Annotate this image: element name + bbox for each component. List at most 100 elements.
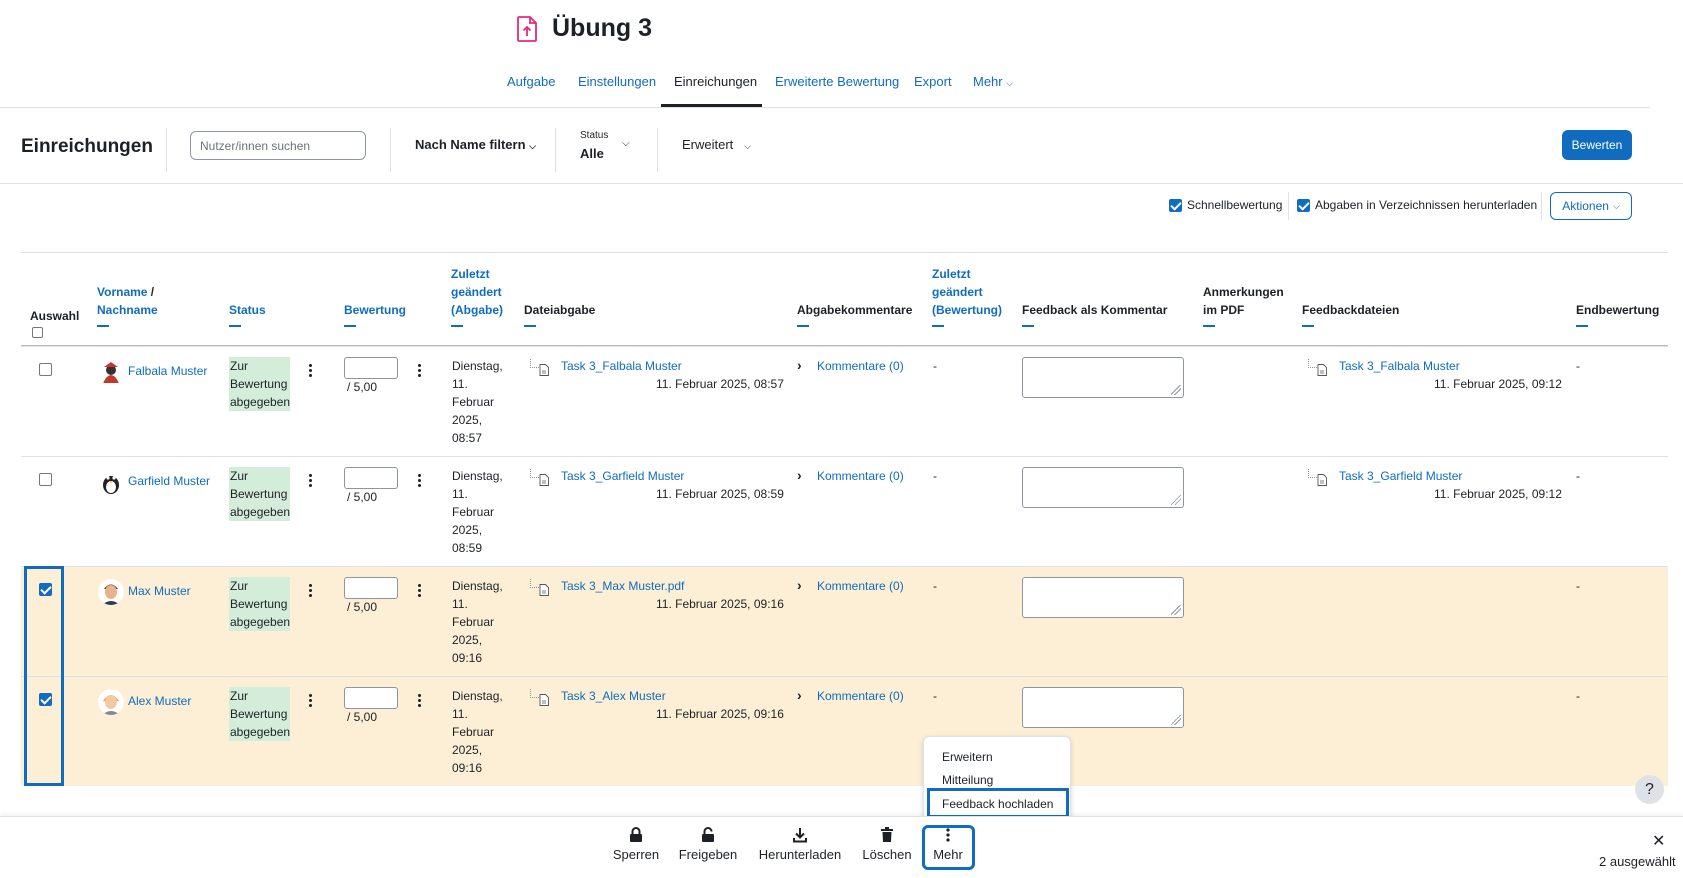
modified-line: Dienstag, bbox=[452, 469, 503, 483]
quick-grading-checkbox[interactable] bbox=[1169, 198, 1182, 212]
comments-link[interactable]: Kommentare (0) bbox=[817, 687, 904, 705]
row-actions-menu-icon[interactable] bbox=[309, 694, 313, 708]
tree-connector bbox=[530, 689, 539, 698]
grade-input[interactable] bbox=[344, 467, 398, 489]
grade-menu-icon[interactable] bbox=[418, 364, 422, 378]
help-button[interactable]: ? bbox=[1635, 775, 1664, 804]
user-avatar bbox=[98, 359, 124, 385]
feedback-file-link[interactable]: Task 3_Falbala Muster bbox=[1339, 357, 1460, 375]
divider bbox=[657, 128, 658, 172]
download-folders-checkbox[interactable] bbox=[1297, 198, 1310, 212]
section-heading: Einreichungen bbox=[21, 136, 153, 157]
modified-line: 2025, bbox=[452, 743, 483, 757]
lock-button[interactable]: Sperren bbox=[612, 827, 660, 862]
grade-menu-icon[interactable] bbox=[418, 474, 422, 488]
modified-line: 09:16 bbox=[452, 651, 483, 665]
sort-lastname[interactable]: Nachname bbox=[97, 303, 158, 317]
collapse-column-icon[interactable] bbox=[344, 325, 356, 327]
row-actions-menu-icon[interactable] bbox=[309, 364, 313, 378]
selected-count: 2 ausgewählt bbox=[1599, 854, 1676, 869]
feedback-comment-textarea[interactable] bbox=[1022, 577, 1184, 618]
collapse-column-icon[interactable] bbox=[1576, 325, 1588, 327]
row-select-checkbox[interactable] bbox=[39, 363, 52, 376]
collapse-column-icon[interactable] bbox=[451, 325, 463, 327]
collapse-column-icon[interactable] bbox=[1022, 325, 1034, 327]
tab-aufgabe[interactable]: Aufgabe bbox=[507, 74, 555, 89]
select-all-checkbox[interactable] bbox=[32, 327, 43, 338]
tab-export[interactable]: Export bbox=[914, 74, 952, 89]
name-filter-button[interactable]: Nach Name filtern ⌵ bbox=[415, 137, 536, 152]
chevron-right-icon[interactable]: › bbox=[797, 687, 802, 703]
user-search-input[interactable] bbox=[190, 131, 366, 160]
chevron-right-icon[interactable]: › bbox=[797, 467, 802, 483]
download-folders-option[interactable]: Abgaben in Verzeichnissen herunterladen bbox=[1297, 198, 1537, 212]
table-row: Falbala Muster Zur Bewertung abgegeben / 5… bbox=[21, 346, 1668, 456]
secondary-navigation: Aufgabe Einstellungen Einreichungen Erwe… bbox=[0, 62, 1650, 108]
download-button[interactable]: Herunterladen bbox=[756, 827, 844, 862]
user-name-link[interactable]: Falbala Muster bbox=[128, 362, 207, 380]
grade-menu-icon[interactable] bbox=[418, 694, 422, 708]
file-icon bbox=[539, 364, 549, 376]
row-select-checkbox[interactable] bbox=[39, 473, 52, 486]
submission-file-link[interactable]: Task 3_Garfield Muster bbox=[561, 467, 684, 485]
chevron-right-icon[interactable]: › bbox=[797, 357, 802, 373]
submissions-toolbar: Einreichungen Nach Name filtern ⌵ Status… bbox=[0, 108, 1683, 184]
collapse-column-icon[interactable] bbox=[524, 325, 536, 327]
grade-input[interactable] bbox=[344, 687, 398, 709]
actions-dropdown-button[interactable]: Aktionen ⌵ bbox=[1550, 192, 1632, 220]
collapse-column-icon[interactable] bbox=[97, 325, 109, 327]
tab-erweiterte-bewertung[interactable]: Erweiterte Bewertung bbox=[775, 74, 899, 89]
user-name-link[interactable]: Garfield Muster bbox=[128, 472, 210, 490]
submission-file-link[interactable]: Task 3_Falbala Muster bbox=[561, 357, 682, 375]
feedback-comment-textarea[interactable] bbox=[1022, 687, 1184, 728]
user-name-link[interactable]: Max Muster bbox=[128, 582, 191, 600]
grade-header-label: Bewertung bbox=[344, 303, 407, 317]
row-actions-menu-icon[interactable] bbox=[309, 584, 313, 598]
modified-line: Februar bbox=[452, 505, 495, 519]
collapse-column-icon[interactable] bbox=[229, 325, 241, 327]
comments-link[interactable]: Kommentare (0) bbox=[817, 467, 904, 485]
quick-grading-option[interactable]: Schnellbewertung bbox=[1169, 198, 1282, 212]
comments-link[interactable]: Kommentare (0) bbox=[817, 357, 904, 375]
collapse-column-icon[interactable] bbox=[932, 325, 944, 327]
delete-button[interactable]: Löschen bbox=[861, 827, 913, 862]
menu-item-message[interactable]: Mitteilung bbox=[942, 773, 993, 787]
submission-file-link[interactable]: Task 3_Alex Muster bbox=[561, 687, 666, 705]
row-actions-menu-icon[interactable] bbox=[309, 474, 313, 488]
feedback-file-link[interactable]: Task 3_Garfield Muster bbox=[1339, 467, 1462, 485]
file-icon bbox=[539, 584, 549, 596]
advanced-filter-button[interactable]: Erweitert ⌵ bbox=[682, 137, 751, 152]
tab-mehr[interactable]: Mehr ⌵ bbox=[973, 74, 1013, 89]
sort-firstname[interactable]: Vorname bbox=[97, 285, 147, 299]
name-filter-label: Nach Name filtern bbox=[415, 137, 526, 152]
column-header-status[interactable]: Status bbox=[229, 301, 266, 327]
submission-file-link[interactable]: Task 3_Max Muster.pdf bbox=[561, 577, 684, 595]
tab-einstellungen[interactable]: Einstellungen bbox=[578, 74, 656, 89]
unlock-button[interactable]: Freigeben bbox=[678, 827, 738, 862]
user-avatar bbox=[98, 689, 124, 715]
close-icon[interactable]: ✕ bbox=[1652, 831, 1665, 851]
status-badge: Zur Bewertung abgegeben bbox=[229, 357, 290, 411]
grade-button[interactable]: Bewerten bbox=[1562, 130, 1632, 160]
feedback-comment-textarea[interactable] bbox=[1022, 357, 1184, 398]
user-name-link[interactable]: Alex Muster bbox=[128, 692, 191, 710]
grade-input[interactable] bbox=[344, 577, 398, 599]
column-header-last-modified-grade[interactable]: Zuletzt geändert (Bewertung) bbox=[932, 265, 1002, 327]
chevron-down-icon[interactable]: ⌵ bbox=[622, 138, 630, 149]
tab-einreichungen[interactable]: Einreichungen bbox=[674, 74, 757, 89]
grade-menu-icon[interactable] bbox=[418, 584, 422, 598]
grade-input[interactable] bbox=[344, 357, 398, 379]
menu-item-extend[interactable]: Erweitern bbox=[942, 750, 993, 764]
column-header-grade[interactable]: Bewertung bbox=[344, 301, 406, 327]
collapse-column-icon[interactable] bbox=[1302, 325, 1314, 327]
collapse-column-icon[interactable] bbox=[1203, 325, 1215, 327]
column-header-last-modified-submission[interactable]: Zuletzt geändert (Abgabe) bbox=[451, 265, 503, 327]
column-header-name[interactable]: Vorname / Nachname bbox=[97, 283, 158, 327]
modified-line: 11. bbox=[452, 597, 468, 611]
divider bbox=[1541, 192, 1542, 220]
feedback-comment-textarea[interactable] bbox=[1022, 467, 1184, 508]
comments-link[interactable]: Kommentare (0) bbox=[817, 577, 904, 595]
status-filter-value[interactable]: Alle bbox=[580, 146, 604, 161]
collapse-column-icon[interactable] bbox=[797, 325, 809, 327]
chevron-right-icon[interactable]: › bbox=[797, 577, 802, 593]
